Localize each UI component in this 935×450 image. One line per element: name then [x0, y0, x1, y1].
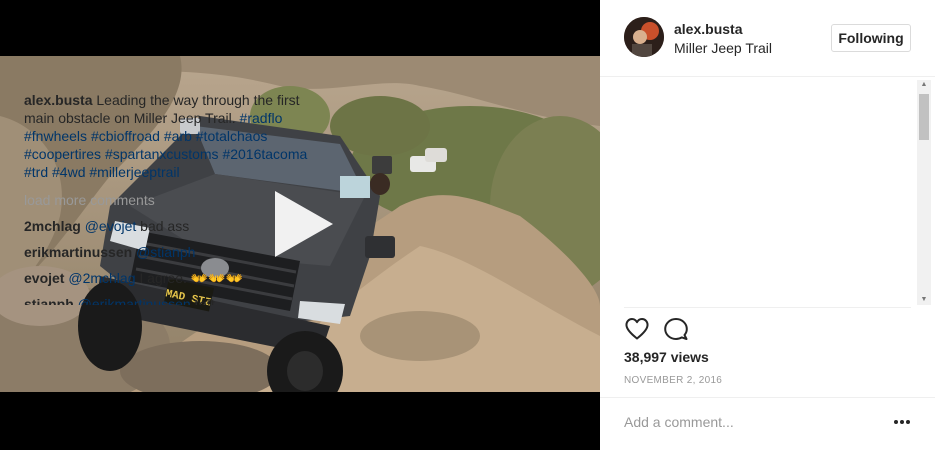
speech-bubble-icon[interactable] — [663, 316, 689, 342]
scrollbar-thumb[interactable] — [919, 94, 929, 140]
post-location[interactable]: Miller Jeep Trail — [674, 40, 772, 56]
hashtag-link[interactable]: #arb — [164, 128, 192, 144]
scroll-up-arrow-icon[interactable]: ▲ — [919, 80, 929, 90]
hashtag-link[interactable]: #trd — [24, 164, 48, 180]
caption-username[interactable]: alex.busta — [24, 92, 92, 108]
hashtag-link[interactable]: #millerjeeptrail — [89, 164, 179, 180]
heart-icon[interactable] — [624, 316, 650, 342]
divider — [600, 397, 935, 398]
post-author-username[interactable]: alex.busta — [674, 21, 742, 37]
list-item: 2mchlag @evojet bad ass — [24, 217, 320, 235]
more-dots-icon[interactable] — [893, 414, 911, 430]
hashtag-link[interactable]: #coopertires — [24, 146, 101, 162]
comments-list[interactable]: alex.busta Leading the way through the f… — [24, 77, 320, 305]
comment-username[interactable]: evojet — [24, 270, 64, 286]
post-header: alex.busta Miller Jeep Trail Following — [600, 0, 935, 77]
list-item: evojet @2mchlag I agree. 👐👐👐 — [24, 269, 320, 287]
comment-username[interactable]: stianph — [24, 296, 74, 305]
post-date[interactable]: NOVEMBER 2, 2016 — [624, 375, 722, 386]
comment-text: I agree. 👐👐👐 — [139, 270, 244, 286]
divider — [624, 307, 911, 308]
hashtag-link[interactable]: #fnwheels — [24, 128, 87, 144]
comment-input[interactable] — [624, 412, 884, 432]
hashtag-link[interactable]: #4wd — [52, 164, 85, 180]
comment-username[interactable]: 2mchlag — [24, 218, 81, 234]
comment-mention[interactable]: @evojet — [85, 218, 137, 234]
comment-mention[interactable]: @erikmartinussen — [78, 296, 191, 305]
scroll-down-arrow-icon[interactable]: ▼ — [919, 295, 929, 305]
hashtag-link[interactable]: #spartanxcustoms — [105, 146, 219, 162]
avatar[interactable] — [624, 17, 664, 57]
following-button[interactable]: Following — [831, 24, 911, 52]
comment-text: bad ass — [140, 218, 190, 234]
hashtag-link[interactable]: #cbioffroad — [91, 128, 160, 144]
comment-mention[interactable]: @stianph — [136, 244, 195, 260]
list-item: erikmartinussen @stianph — [24, 243, 320, 261]
view-count[interactable]: 38,997 views — [624, 349, 709, 365]
load-more-comments-link[interactable]: load more comments — [24, 191, 320, 209]
hashtag-link[interactable]: #radflo — [240, 110, 283, 126]
comment-username[interactable]: erikmartinussen — [24, 244, 132, 260]
list-item: stianph @erikmartinussen tøft — [24, 295, 320, 305]
hashtag-link[interactable]: #totalchaos — [196, 128, 268, 144]
post-caption: alex.busta Leading the way through the f… — [24, 91, 320, 181]
comment-mention[interactable]: @2mchlag — [68, 270, 135, 286]
comment-text: tøft — [194, 296, 215, 305]
hashtag-link[interactable]: #2016tacoma — [222, 146, 307, 162]
